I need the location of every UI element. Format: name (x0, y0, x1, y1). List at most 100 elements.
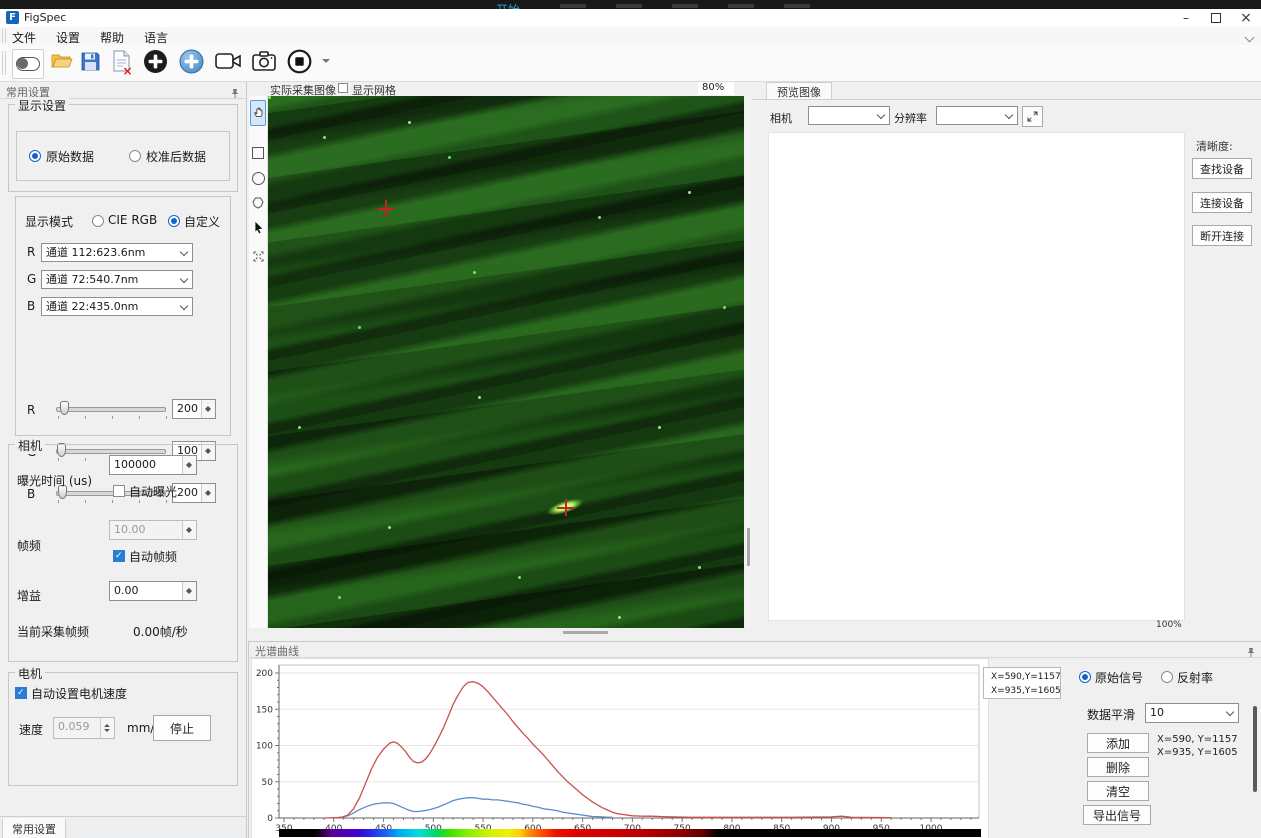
menubar-overflow-icon[interactable] (1245, 33, 1255, 43)
auto-motor-speed-label[interactable]: 自动设置电机速度 (31, 685, 127, 702)
reflectance-label[interactable]: 反射率 (1177, 669, 1213, 686)
save-button[interactable] (76, 49, 104, 77)
ellipse-select-tool-button[interactable] (250, 167, 266, 189)
stop-motor-button[interactable]: 停止 (153, 715, 211, 741)
channel-g-select[interactable]: 通道 72:540.7nm (41, 270, 193, 289)
current-fps-value: 0.00帧/秒 (133, 623, 188, 640)
capture-v-scrollbar[interactable] (746, 96, 751, 628)
calibrated-data-label[interactable]: 校准后数据 (146, 148, 206, 165)
rect-select-tool-button[interactable] (250, 142, 266, 164)
clear-points-button[interactable]: 清空 (1087, 781, 1149, 801)
menu-language[interactable]: 语言 (144, 29, 168, 46)
exposure-spinner[interactable]: 100000 (109, 455, 197, 475)
show-grid-checkbox[interactable] (338, 83, 348, 93)
toggle-display-button[interactable] (12, 49, 44, 79)
add-blue-button[interactable] (176, 48, 206, 78)
cie-rgb-label[interactable]: CIE RGB (108, 213, 157, 227)
preview-fullscreen-button[interactable] (1022, 106, 1043, 127)
toolbar-overflow-icon[interactable] (322, 59, 330, 67)
display-mode-label: 显示模式 (25, 213, 73, 230)
capture-h-scrollbar-thumb[interactable] (563, 631, 608, 634)
preview-canvas[interactable] (768, 132, 1185, 621)
spectrum-panel-scrollbar[interactable] (1253, 706, 1257, 792)
custom-radio[interactable] (168, 215, 180, 227)
sample-marker-1[interactable] (377, 200, 394, 217)
preview-resolution-select[interactable] (936, 106, 1018, 125)
gain-spinner[interactable]: 0.00 (109, 581, 197, 601)
menu-help[interactable]: 帮助 (100, 29, 124, 46)
motor-group: 电机 自动设置电机速度 速度 0.059 mm/s 停止 (8, 672, 238, 786)
spectrum-chart[interactable]: 0501001502003504004505005506006507007508… (253, 657, 983, 831)
camera-group-title: 相机 (15, 437, 45, 454)
stop-button[interactable] (284, 48, 314, 78)
exposure-spinner-arrows[interactable] (182, 456, 196, 474)
selected-point-item[interactable]: X=590, Y=1157 (1157, 733, 1253, 746)
tab-common-settings[interactable]: 常用设置 (2, 818, 66, 838)
add-black-button[interactable] (140, 48, 170, 78)
pointer-tool-button[interactable] (250, 217, 266, 239)
speed-spinner-arrows[interactable] (100, 718, 114, 738)
camera-group: 相机 曝光时间 (us) 100000 自动曝光 帧频 10.00 自动帧频 增… (8, 444, 238, 662)
find-device-button[interactable]: 查找设备 (1192, 158, 1252, 179)
open-file-button[interactable] (48, 49, 76, 77)
discard-document-button[interactable]: × (107, 48, 135, 78)
channel-b-select[interactable]: 通道 22:435.0nm (41, 297, 193, 316)
close-button[interactable]: × (1232, 9, 1260, 27)
fit-screen-icon (253, 247, 264, 266)
preview-camera-select[interactable] (808, 106, 890, 125)
fit-view-tool-button[interactable] (250, 246, 266, 266)
video-camera-icon (215, 52, 241, 74)
smooth-label: 数据平滑 (1087, 706, 1135, 723)
menu-file[interactable]: 文件 (12, 29, 36, 46)
gain-r-slider-thumb[interactable] (60, 401, 69, 415)
cursor-icon (252, 219, 264, 238)
raw-signal-radio[interactable] (1079, 671, 1091, 683)
channel-r-label: R (27, 245, 35, 259)
display-settings-title: 显示设置 (15, 97, 69, 114)
selected-points-list[interactable]: X=590, Y=1157 X=935, Y=1605 (1157, 733, 1253, 759)
auto-exposure-checkbox[interactable] (113, 485, 125, 497)
smooth-select[interactable]: 10 (1145, 703, 1239, 723)
menu-settings[interactable]: 设置 (56, 29, 80, 46)
preview-tab[interactable]: 预览图像 (766, 82, 832, 100)
custom-label[interactable]: 自定义 (184, 213, 220, 230)
raw-signal-label[interactable]: 原始信号 (1095, 669, 1143, 686)
channel-b-label: B (27, 299, 35, 313)
capture-image[interactable] (268, 96, 744, 628)
connect-device-button[interactable]: 连接设备 (1192, 192, 1252, 213)
framerate-spinner-arrows[interactable] (182, 521, 196, 539)
spectrum-panel: 光谱曲线 05010015020035040045050055060065070… (248, 641, 1261, 838)
capture-h-scrollbar[interactable] (268, 630, 744, 635)
framerate-spinner[interactable]: 10.00 (109, 520, 197, 540)
selected-point-item[interactable]: X=935, Y=1605 (1157, 746, 1253, 759)
add-point-button[interactable]: 添加 (1087, 733, 1149, 753)
minimize-button[interactable]: – (1172, 9, 1200, 27)
auto-framerate-label[interactable]: 自动帧频 (129, 548, 177, 565)
spectrum-pin-icon[interactable] (1246, 643, 1256, 662)
maximize-button[interactable] (1202, 9, 1230, 27)
pin-icon[interactable] (230, 84, 240, 103)
speed-spinner[interactable]: 0.059 (53, 717, 115, 739)
auto-exposure-label[interactable]: 自动曝光 (129, 483, 177, 500)
cie-rgb-radio[interactable] (92, 215, 104, 227)
auto-framerate-checkbox[interactable] (113, 550, 125, 562)
capture-v-scrollbar-thumb[interactable] (747, 528, 750, 566)
gain-r-slider[interactable] (56, 407, 166, 412)
reflectance-radio[interactable] (1161, 671, 1173, 683)
delete-point-button[interactable]: 删除 (1087, 757, 1149, 777)
raw-data-label[interactable]: 原始数据 (46, 148, 94, 165)
gain-spinner-arrows[interactable] (182, 582, 196, 600)
record-video-button[interactable] (212, 49, 244, 77)
snapshot-button[interactable] (248, 49, 280, 77)
gain-r-spinner-arrows[interactable] (201, 400, 215, 418)
disconnect-device-button[interactable]: 断开连接 (1192, 225, 1252, 246)
calibrated-data-radio[interactable] (129, 150, 141, 162)
pan-tool-button[interactable] (250, 100, 266, 126)
export-signal-button[interactable]: 导出信号 (1083, 805, 1151, 825)
polygon-select-tool-button[interactable] (250, 192, 266, 214)
auto-motor-speed-checkbox[interactable] (15, 687, 27, 699)
gain-r-spinner[interactable]: 200 (172, 399, 216, 419)
raw-data-radio[interactable] (29, 150, 41, 162)
preview-camera-label: 相机 (770, 110, 792, 126)
channel-r-select[interactable]: 通道 112:623.6nm (41, 243, 193, 262)
